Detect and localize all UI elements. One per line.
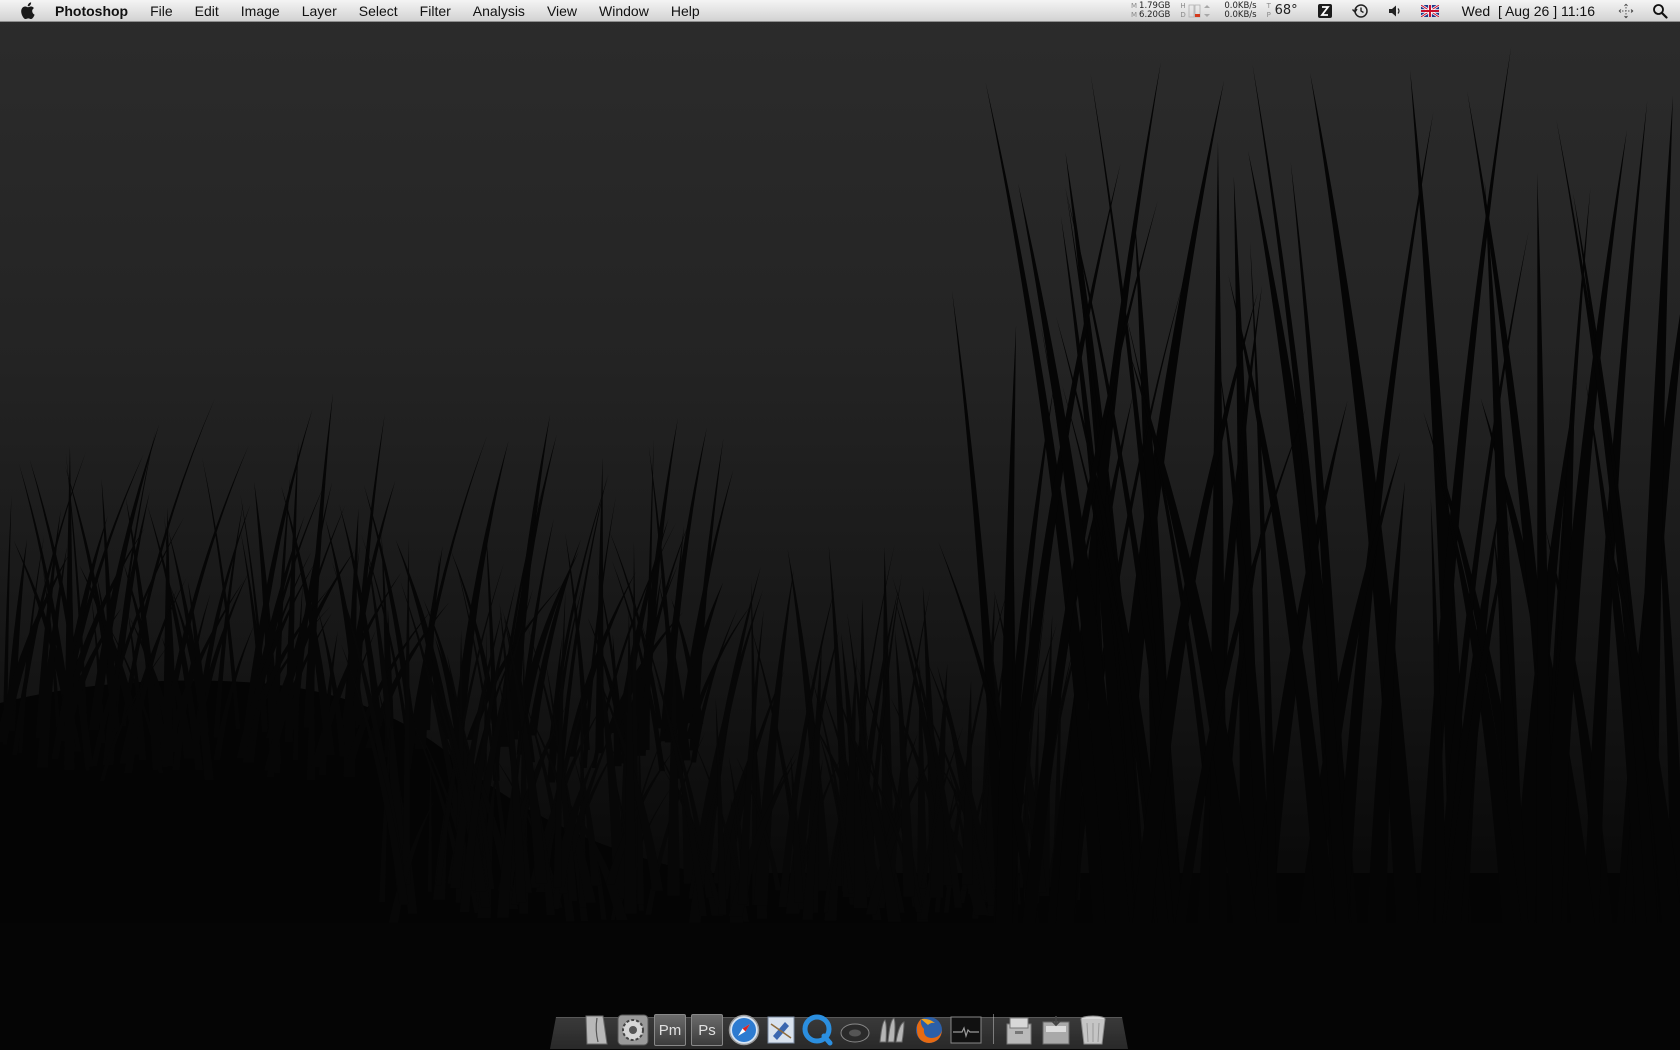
menu-app-name[interactable]: Photoshop <box>51 0 139 22</box>
activity-monitor-icon[interactable] <box>950 1014 982 1046</box>
notify-icon[interactable] <box>1317 0 1333 22</box>
uk-flag-icon[interactable] <box>1420 0 1439 22</box>
menu-extras: M 1.79GB M 6.20GB H D 0.0KB/s 0.0KB/s T … <box>1131 0 1680 21</box>
menu-layer[interactable]: Layer <box>291 0 348 22</box>
temperature-meter[interactable]: T P 68° <box>1267 2 1298 20</box>
system-preferences-icon[interactable] <box>617 1014 649 1046</box>
temperature-value: 68° <box>1274 3 1298 18</box>
disk-label-top: H <box>1180 1 1186 10</box>
menu-image[interactable]: Image <box>230 0 291 22</box>
adium-icon[interactable] <box>876 1014 908 1046</box>
menu-filter[interactable]: Filter <box>409 0 462 22</box>
desktop-wallpaper <box>0 47 1680 1050</box>
mail-icon[interactable] <box>765 1014 797 1046</box>
spotlight-icon[interactable] <box>1652 0 1668 22</box>
memory-meter[interactable]: M 1.79GB M 6.20GB <box>1131 1 1171 20</box>
disk-label-bottom: D <box>1180 10 1186 19</box>
trash-icon[interactable] <box>1077 1014 1109 1046</box>
pm-app-icon[interactable]: Pm <box>654 1014 686 1046</box>
pm-app-label: Pm <box>654 1014 686 1046</box>
menu-select[interactable]: Select <box>348 0 409 22</box>
menu-view[interactable]: View <box>536 0 588 22</box>
grass-blade <box>595 457 604 754</box>
time-machine-icon[interactable] <box>1351 0 1369 22</box>
downloads-stack-icon[interactable] <box>1040 1014 1072 1046</box>
dock: Pm Ps <box>550 1002 1128 1050</box>
menu-analysis[interactable]: Analysis <box>462 0 536 22</box>
menu-window[interactable]: Window <box>588 0 660 22</box>
network-meter[interactable]: 0.0KB/s 0.0KB/s <box>1224 1 1257 20</box>
apple-menu-icon[interactable] <box>17 1 37 21</box>
finder-icon[interactable] <box>580 1014 612 1046</box>
firefox-icon[interactable] <box>913 1014 945 1046</box>
photoshop-label: Ps <box>691 1014 723 1046</box>
menu-edit[interactable]: Edit <box>184 0 230 22</box>
temp-label-top: T <box>1266 1 1271 10</box>
quicktime-icon[interactable] <box>802 1014 834 1046</box>
itunes-icon[interactable] <box>839 1014 871 1046</box>
network-down: 0.0KB/s <box>1224 9 1257 20</box>
applications-stack-icon[interactable] <box>1003 1014 1035 1046</box>
memory-label-bottom: M <box>1131 10 1138 19</box>
menu-left: Photoshop File Edit Image Layer Select F… <box>0 0 711 21</box>
disk-meter[interactable]: H D <box>1180 2 1214 20</box>
dock-icons: Pm Ps <box>580 1002 1114 1046</box>
disk-activity-icon <box>1188 4 1211 17</box>
memory-label-top: M <box>1131 1 1138 10</box>
menu-help[interactable]: Help <box>660 0 711 22</box>
photoshop-icon[interactable]: Ps <box>691 1014 723 1046</box>
memory-free: 6.20GB <box>1139 9 1171 20</box>
dock-separator <box>993 1014 994 1044</box>
spaces-icon[interactable] <box>1618 0 1634 22</box>
volume-icon[interactable] <box>1387 0 1403 22</box>
menu-file[interactable]: File <box>139 0 184 22</box>
menu-clock[interactable]: Wed [ Aug 26 ] 11:16 <box>1462 3 1595 19</box>
temp-label-bottom: P <box>1266 10 1271 19</box>
safari-icon[interactable] <box>728 1014 760 1046</box>
menu-bar: Photoshop File Edit Image Layer Select F… <box>0 0 1680 22</box>
